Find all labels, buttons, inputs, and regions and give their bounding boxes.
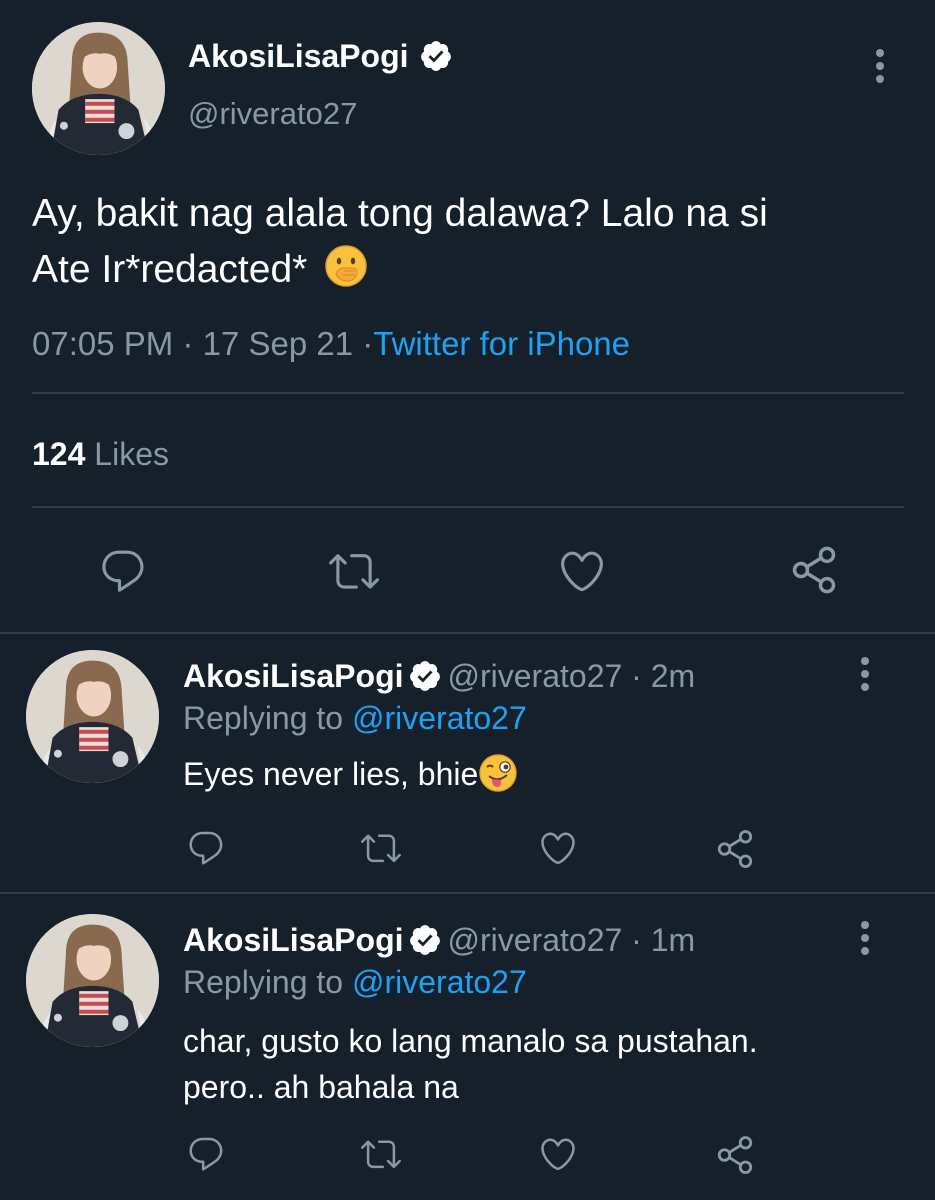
replying-to-link[interactable]: @riverato27 <box>352 964 527 1000</box>
meta-sep: · <box>362 325 374 362</box>
reply-text: char, gusto ko lang manalo sa pustahan. … <box>183 1018 758 1110</box>
tweet-text-line-1: Ay, bakit nag alala tong dalawa? Lalo na… <box>32 192 768 235</box>
like-icon[interactable] <box>556 546 608 596</box>
replying-label: Replying to <box>183 964 344 1000</box>
tweet-text: Ay, bakit nag alala tong dalawa? Lalo na… <box>32 186 912 298</box>
reply-icon[interactable] <box>186 1134 226 1174</box>
likes-label: Likes <box>94 436 169 472</box>
retweet-icon[interactable] <box>358 828 404 868</box>
replying-to: Replying to @riverato27 <box>183 962 527 1002</box>
tweet-meta: 07:05 PM · 17 Sep 21 ·Twitter for iPhone <box>32 324 630 364</box>
more-dots-icon[interactable] <box>859 920 871 956</box>
like-icon[interactable] <box>537 1134 579 1174</box>
likes-count: 124 <box>32 436 86 472</box>
display-name[interactable]: AkosiLisaPogi <box>183 922 404 958</box>
retweet-icon[interactable] <box>326 546 382 596</box>
share-icon[interactable] <box>714 828 756 870</box>
avatar[interactable] <box>26 650 159 783</box>
verified-badge-icon <box>408 923 442 957</box>
avatar[interactable] <box>32 22 165 155</box>
display-name[interactable]: AkosiLisaPogi <box>183 658 404 694</box>
reply-text-line-1: char, gusto ko lang manalo sa pustahan. <box>183 1023 758 1059</box>
display-name[interactable]: AkosiLisaPogi <box>188 36 453 76</box>
handle[interactable]: @riverato27 <box>188 94 357 134</box>
share-icon[interactable] <box>788 544 840 596</box>
handle[interactable]: @riverato27 <box>448 658 623 694</box>
tweet-date: 17 Sep 21 <box>202 325 354 362</box>
divider <box>0 892 935 894</box>
reply-age: · 2m <box>631 658 696 694</box>
like-icon[interactable] <box>537 828 579 868</box>
share-icon[interactable] <box>714 1134 756 1176</box>
tweet-text-line-2: Ate Ir*redacted* <box>32 242 912 298</box>
reply-age: · 1m <box>631 922 696 958</box>
reply-text: Eyes never lies, bhie <box>183 752 518 796</box>
meta-sep: · <box>182 325 194 362</box>
verified-badge-icon <box>419 39 453 73</box>
reply-icon[interactable] <box>98 546 148 596</box>
retweet-icon[interactable] <box>358 1134 404 1174</box>
divider <box>32 392 904 394</box>
verified-badge-icon <box>408 659 442 693</box>
face-with-hand-over-mouth-emoji <box>324 244 368 288</box>
reply-header: AkosiLisaPogi @riverato27 · 2m <box>183 656 695 696</box>
handle[interactable]: @riverato27 <box>448 922 623 958</box>
reply-header: AkosiLisaPogi @riverato27 · 1m <box>183 920 695 960</box>
replying-to: Replying to @riverato27 <box>183 698 527 738</box>
client-link[interactable]: Twitter for iPhone <box>373 325 630 362</box>
winking-face-with-tongue-emoji <box>478 753 518 793</box>
more-dots-icon[interactable] <box>859 656 871 692</box>
replying-to-link[interactable]: @riverato27 <box>352 700 527 736</box>
avatar[interactable] <box>26 914 159 1047</box>
more-dots-icon[interactable] <box>874 48 886 84</box>
divider <box>0 632 935 634</box>
divider <box>32 506 904 508</box>
tweet-time: 07:05 PM <box>32 325 174 362</box>
reply-text-line-2: pero.. ah bahala na <box>183 1069 459 1105</box>
replying-label: Replying to <box>183 700 344 736</box>
likes-stat[interactable]: 124 Likes <box>32 434 169 474</box>
reply-icon[interactable] <box>186 828 226 868</box>
